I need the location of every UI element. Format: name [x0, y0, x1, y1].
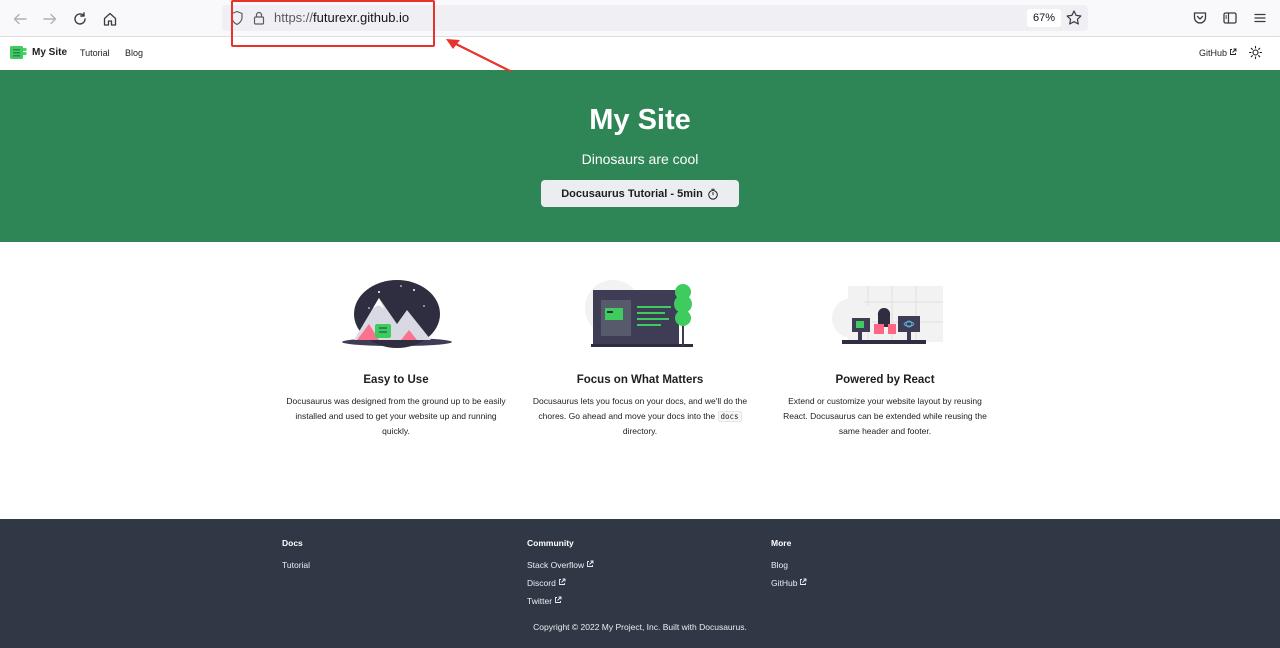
footer-link-github[interactable]: GitHub — [771, 578, 807, 588]
feature-description-suffix: directory. — [622, 426, 658, 436]
footer-link-blog[interactable]: Blog — [771, 560, 807, 570]
brand-title: My Site — [32, 47, 68, 58]
nav-github-link[interactable]: GitHub — [1199, 48, 1237, 58]
footer-column-more: More Blog GitHub — [771, 538, 807, 596]
hero-subtitle: Dinosaurs are cool — [581, 151, 699, 167]
react-desk-illustration — [831, 286, 943, 344]
footer-link-tutorial[interactable]: Tutorial — [282, 560, 310, 570]
brand-link[interactable]: My Site — [10, 45, 67, 60]
feature-description: Docusaurus lets you focus on your docs, … — [530, 394, 750, 439]
arrow-right-icon — [43, 13, 57, 25]
footer-column-community: Community Stack Overflow Discord Twitter — [527, 538, 594, 614]
mountain-illustration — [341, 280, 452, 348]
reload-icon — [74, 12, 86, 25]
docs-code: docs — [717, 411, 742, 422]
tutorial-button[interactable]: Docusaurus Tutorial - 5min — [541, 180, 739, 207]
feature-title: Focus on What Matters — [576, 374, 704, 386]
timer-icon — [707, 188, 718, 200]
nav-tutorial-link[interactable]: Tutorial — [80, 48, 110, 58]
back-button[interactable] — [9, 8, 31, 30]
url-scheme: https:// — [274, 10, 314, 25]
external-link-icon — [558, 578, 566, 585]
bookmark-star-icon[interactable] — [1065, 9, 1083, 27]
tutorial-button-label: Docusaurus Tutorial - 5min — [561, 187, 703, 200]
site-footer: Docs Tutorial Community Stack Overflow D… — [0, 519, 1280, 648]
feature-react: Powered by React Extend or customize you… — [775, 278, 995, 439]
footer-link-discord[interactable]: Discord — [527, 578, 594, 588]
external-link-icon — [1230, 48, 1237, 55]
footer-column-title: Docs — [282, 538, 303, 548]
reload-button[interactable] — [69, 8, 91, 30]
external-link-icon — [800, 578, 807, 585]
copyright-text: Copyright © 2022 My Project, Inc. Built … — [533, 622, 747, 632]
external-link-icon — [555, 596, 562, 603]
zoom-indicator[interactable]: 67% — [1027, 9, 1062, 27]
home-icon — [103, 12, 117, 26]
feature-title: Powered by React — [835, 374, 935, 386]
site-navbar: My Site Tutorial Blog GitHub — [0, 37, 1280, 70]
docusaurus-logo-icon — [10, 46, 27, 59]
url-host: futurexr.github.io — [313, 10, 410, 25]
url-text[interactable]: https://futurexr.github.io — [274, 10, 409, 25]
footer-column-title: Community — [527, 538, 574, 548]
footer-link-label: Discord — [527, 578, 556, 588]
feature-focus: Focus on What Matters Docusaurus lets yo… — [530, 278, 750, 439]
footer-column-docs: Docs Tutorial — [282, 538, 310, 578]
feature-easy-to-use: Easy to Use Docusaurus was designed from… — [286, 278, 506, 439]
lock-icon[interactable] — [252, 10, 266, 26]
nav-blog-link[interactable]: Blog — [125, 48, 143, 58]
footer-link-label: GitHub — [771, 578, 798, 588]
feature-description: Extend or customize your website layout … — [783, 396, 987, 436]
feature-description-text: Docusaurus lets you focus on your docs, … — [532, 396, 748, 421]
footer-link-label: Stack Overflow — [527, 560, 585, 570]
footer-link-label: Twitter — [527, 596, 553, 606]
nav-github-label: GitHub — [1199, 48, 1228, 58]
shield-icon[interactable] — [230, 10, 244, 26]
hero-title: My Site — [589, 104, 691, 136]
home-button[interactable] — [99, 8, 121, 30]
sidebar-icon[interactable] — [1222, 10, 1238, 26]
feature-description: Docusaurus was designed from the ground … — [286, 396, 506, 436]
footer-link-stack-overflow[interactable]: Stack Overflow — [527, 560, 594, 570]
feature-title: Easy to Use — [363, 374, 429, 386]
url-bar[interactable]: https://futurexr.github.io 67% — [222, 5, 1088, 31]
screen-tree-illustration — [584, 280, 693, 347]
arrow-left-icon — [13, 13, 27, 25]
pocket-icon[interactable] — [1192, 10, 1208, 26]
footer-column-title: More — [771, 538, 792, 548]
forward-button[interactable] — [39, 8, 61, 30]
footer-link-twitter[interactable]: Twitter — [527, 596, 594, 606]
external-link-icon — [587, 560, 594, 567]
browser-toolbar: https://futurexr.github.io 67% — [0, 0, 1280, 37]
menu-icon[interactable] — [1252, 10, 1268, 26]
hero-banner: My Site Dinosaurs are cool Docusaurus Tu… — [0, 70, 1280, 242]
sun-icon[interactable] — [1249, 46, 1262, 59]
